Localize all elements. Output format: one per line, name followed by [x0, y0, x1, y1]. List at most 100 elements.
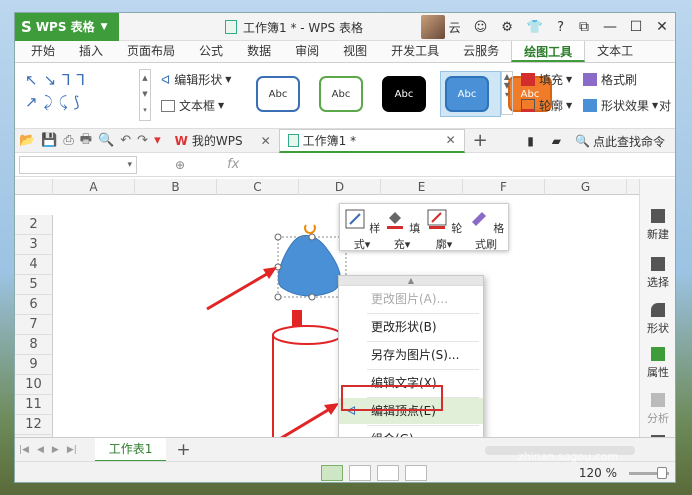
- fill-label: 填充: [539, 73, 564, 87]
- text-box-button[interactable]: 文本框 ▼: [161, 97, 224, 114]
- edit-shape-button[interactable]: ᐊ 编辑形状 ▼: [161, 71, 231, 88]
- add-sheet-button[interactable]: +: [176, 440, 190, 460]
- my-wps-label: 我的WPS: [191, 134, 243, 148]
- skin-icon[interactable]: ☺: [474, 20, 488, 35]
- text-box-label: 文本框: [179, 99, 216, 113]
- tab-review[interactable]: 审阅: [283, 40, 331, 62]
- chevron-down-icon: ▼: [652, 101, 659, 110]
- save-icon[interactable]: 💾: [41, 133, 57, 148]
- zoom-level[interactable]: 120 %: [579, 466, 617, 480]
- styles-more-button[interactable]: ▲ ▼ ▾: [501, 71, 513, 115]
- page-layout-view-button[interactable]: [377, 465, 399, 481]
- mini-format-painter-button[interactable]: 格式刷: [466, 208, 506, 252]
- tab-developer[interactable]: 开发工具: [379, 40, 451, 62]
- normal-view-button[interactable]: [321, 465, 343, 481]
- gallery-scroll[interactable]: ▲ ▼ ▾: [139, 69, 151, 121]
- tab-data[interactable]: 数据: [235, 40, 283, 62]
- avatar[interactable]: [420, 15, 445, 39]
- window-title-text: 工作簿1 * - WPS 表格: [243, 20, 363, 35]
- tab-insert[interactable]: 插入: [67, 40, 115, 62]
- customize-icon[interactable]: ▾: [154, 133, 161, 148]
- fill-button[interactable]: 填充 ▼: [521, 71, 572, 88]
- shape-effects-button[interactable]: 形状效果 ▼: [583, 97, 658, 114]
- maximize-button[interactable]: ☐: [623, 19, 649, 35]
- workbook-tab-label: 工作簿1 *: [302, 133, 357, 148]
- close-button[interactable]: ✕: [649, 19, 675, 35]
- next-sheet-icon[interactable]: ▶: [52, 445, 59, 455]
- last-sheet-icon[interactable]: ▶|: [67, 445, 77, 455]
- redo-icon[interactable]: ↷: [137, 133, 148, 148]
- sidebar-item-analysis[interactable]: 分析: [640, 393, 675, 426]
- open-folder-icon[interactable]: 📂: [19, 133, 35, 148]
- sidebar-item-select[interactable]: 选择: [640, 257, 675, 290]
- tab-drawing-tools[interactable]: 绘图工具: [511, 40, 586, 62]
- align-label: 对: [659, 99, 672, 113]
- format-painter-button[interactable]: 格式刷: [583, 71, 637, 88]
- mini-fill-button[interactable]: 填充▾: [382, 208, 422, 252]
- minimize-button[interactable]: —: [597, 19, 623, 35]
- zoom-icon[interactable]: ⊕: [175, 158, 185, 172]
- help-icon[interactable]: ?: [557, 20, 564, 35]
- tab-home[interactable]: 开始: [19, 40, 67, 62]
- page-break-view-button[interactable]: [349, 465, 371, 481]
- tab-page-layout[interactable]: 页面布局: [115, 40, 187, 62]
- share-icon[interactable]: ▰: [552, 134, 561, 148]
- align-button[interactable]: 对: [659, 97, 671, 114]
- tab-formulas[interactable]: 公式: [187, 40, 235, 62]
- menu-item-change-picture[interactable]: 更改图片(A)...: [339, 286, 483, 312]
- sidebar-item-shape[interactable]: 形状: [640, 303, 675, 336]
- outline-label: 轮廓: [539, 99, 564, 113]
- user-name[interactable]: 云: [449, 19, 461, 36]
- shape-style-option[interactable]: Abc: [377, 71, 438, 117]
- tab-cloud[interactable]: 云服务: [451, 40, 511, 62]
- cylinder-shape[interactable]: [272, 310, 342, 437]
- menu-item-save-as-picture[interactable]: 另存为图片(S)...: [339, 342, 483, 368]
- print-icon[interactable]: 🖶: [80, 130, 92, 152]
- annotation-arrow: [206, 267, 277, 311]
- shape-style-option[interactable]: Abc: [314, 71, 375, 117]
- chevron-down-icon: ▼: [100, 21, 108, 32]
- mini-outline-button[interactable]: 轮廓▾: [424, 208, 464, 252]
- shape-effects-icon: [583, 99, 597, 112]
- highlight-box: [341, 385, 443, 411]
- name-box[interactable]: ▾: [19, 155, 137, 174]
- outline-button[interactable]: 轮廓 ▼: [521, 97, 572, 114]
- sidebar-item-properties[interactable]: 属性: [640, 347, 675, 380]
- shapes-gallery[interactable]: ↖↘⅂⅂ ↗⤸⤹⟆: [25, 69, 140, 121]
- tab-my-wps[interactable]: W 我的WPS ✕: [167, 129, 279, 153]
- zoom-slider-handle[interactable]: [657, 467, 667, 479]
- cloud-sync-icon[interactable]: ▮: [527, 134, 534, 148]
- sheet-tab[interactable]: 工作表1: [94, 437, 167, 462]
- close-icon[interactable]: ✕: [446, 133, 456, 147]
- fill-bucket-icon: [386, 212, 403, 229]
- fx-icon[interactable]: fx: [227, 157, 239, 172]
- shape-style-option[interactable]: Abc: [440, 71, 501, 117]
- first-sheet-icon[interactable]: |◀: [19, 445, 29, 455]
- menu-scroll-up[interactable]: ▲: [339, 276, 483, 286]
- shape-style-swatch: Abc: [382, 76, 426, 112]
- restore-icon[interactable]: ⧉: [571, 19, 597, 35]
- shape-style-option[interactable]: Abc: [251, 71, 312, 117]
- tab-text-tools[interactable]: 文本工: [585, 40, 645, 62]
- prev-sheet-icon[interactable]: ◀: [37, 445, 44, 455]
- watermark-logo: 搜狗指南: [516, 414, 605, 439]
- app-menu-button[interactable]: S WPS 表格 ▼: [15, 13, 119, 41]
- tab-workbook[interactable]: 工作簿1 * ✕: [278, 128, 465, 153]
- new-tab-button[interactable]: +: [473, 130, 488, 151]
- undo-icon[interactable]: ↶: [120, 133, 131, 148]
- close-icon[interactable]: ✕: [261, 134, 271, 148]
- tab-view[interactable]: 视图: [331, 40, 379, 62]
- sidebar-label: 选择: [647, 276, 669, 289]
- window-title: 工作簿1 * - WPS 表格: [225, 13, 363, 41]
- command-search[interactable]: ▮ ▰ 🔍 点此查找命令: [527, 129, 665, 153]
- settings-icon[interactable]: ⚙: [501, 20, 513, 35]
- shirt-icon[interactable]: 👕: [527, 20, 543, 35]
- menu-item-change-shape[interactable]: 更改形状(B): [339, 314, 483, 340]
- sidebar-item-new[interactable]: 新建: [640, 209, 675, 242]
- style-button[interactable]: 样式▾: [342, 208, 382, 252]
- spreadsheet-grid[interactable]: A B C D E F G 2 3 4 5 6 7 8 9 10 11 12 1…: [15, 179, 641, 452]
- reading-mode-button[interactable]: [405, 465, 427, 481]
- print-preview-icon[interactable]: 🔍: [98, 133, 114, 148]
- export-pdf-icon[interactable]: ⎙: [63, 133, 73, 148]
- chevron-down-icon: ▼: [566, 101, 573, 110]
